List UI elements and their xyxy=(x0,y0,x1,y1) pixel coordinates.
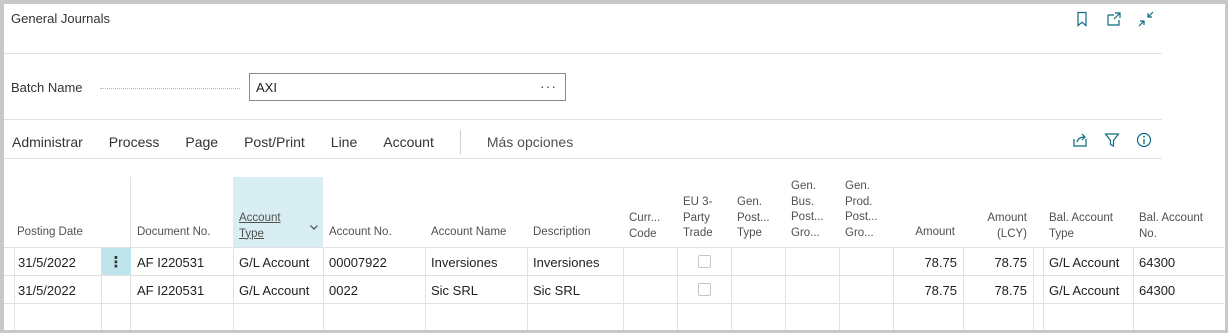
amount-lcy-cell[interactable]: 78.75 xyxy=(965,276,1027,304)
chevron-down-icon[interactable] xyxy=(309,222,319,238)
description-cell[interactable]: Inversiones xyxy=(533,248,599,276)
column-header-amount-lcy-line1: Amount xyxy=(987,212,1027,224)
column-header-bal-no-line1: Bal. Account xyxy=(1139,212,1203,224)
column-header-account-type-line1: Account xyxy=(239,212,281,224)
divider xyxy=(4,53,1162,54)
column-header-description[interactable]: Description xyxy=(533,225,591,241)
column-header-bal-account-type[interactable]: Bal. Account Type xyxy=(1049,211,1113,242)
divider xyxy=(4,158,1162,159)
document-no-cell[interactable]: AF I220531 xyxy=(137,276,204,304)
posting-date-cell[interactable]: 31/5/2022 xyxy=(18,276,76,304)
column-header-genprod-line3: Post... xyxy=(845,211,878,223)
info-icon[interactable] xyxy=(1134,130,1154,150)
column-header-gen-posting-type[interactable]: Gen. Post... Type xyxy=(737,195,770,242)
field-leader-dots xyxy=(100,88,240,89)
batch-name-label: Batch Name xyxy=(11,80,83,95)
description-cell[interactable]: Sic SRL xyxy=(533,276,580,304)
column-header-amount-lcy-line2: (LCY) xyxy=(996,227,1027,240)
column-header-eu-line2: Party xyxy=(683,211,710,224)
open-in-new-window-icon[interactable] xyxy=(1104,9,1124,29)
action-process[interactable]: Process xyxy=(109,134,160,150)
column-header-genpost-line3: Type xyxy=(737,227,762,239)
column-header-currency-line1: Curr... xyxy=(629,212,661,224)
amount-lcy-cell[interactable]: 78.75 xyxy=(965,248,1027,276)
bal-account-type-cell[interactable]: G/L Account xyxy=(1049,276,1119,304)
column-header-posting-date[interactable]: Posting Date xyxy=(17,225,83,241)
divider xyxy=(4,119,1162,120)
column-header-bal-no-line2: No. xyxy=(1139,227,1157,240)
account-type-cell[interactable]: G/L Account xyxy=(239,248,309,276)
document-no-cell[interactable]: AF I220531 xyxy=(137,248,204,276)
column-header-document-no[interactable]: Document No. xyxy=(137,225,211,241)
account-no-cell[interactable]: 0022 xyxy=(329,276,358,304)
action-line[interactable]: Line xyxy=(331,134,357,150)
more-options-button[interactable]: Más opciones xyxy=(487,134,573,150)
column-header-genprod-line4: Gro... xyxy=(845,226,874,239)
column-header-genbus-line1: Gen. xyxy=(791,180,816,192)
amount-cell[interactable]: 78.75 xyxy=(895,248,957,276)
column-header-currency-code[interactable]: Curr... Code xyxy=(629,211,660,242)
column-header-currency-line2: Code xyxy=(629,227,657,240)
column-header-genpost-line2: Post... xyxy=(737,211,770,224)
table-row[interactable]: 31/5/2022 ⋮ AF I220531 G/L Account 00007… xyxy=(4,248,1226,276)
eu-3-party-trade-checkbox[interactable] xyxy=(698,283,711,296)
column-header-genbus-line2: Bus. xyxy=(791,195,815,208)
action-administrar[interactable]: Administrar xyxy=(12,134,83,150)
table-row[interactable]: 31/5/2022 AF I220531 G/L Account 0022 Si… xyxy=(4,276,1226,304)
column-header-amount-lcy[interactable]: Amount (LCY) xyxy=(967,211,1027,242)
column-header-bal-type-line1: Bal. Account xyxy=(1049,212,1113,224)
action-bar-icons xyxy=(1070,130,1154,150)
column-header-account-type-line2: Type xyxy=(239,227,264,240)
column-header-gen-prod-posting-group[interactable]: Gen. Prod. Post... Gro... xyxy=(845,179,878,241)
action-account[interactable]: Account xyxy=(383,134,434,150)
action-page[interactable]: Page xyxy=(185,134,218,150)
column-header-eu-3-party-trade[interactable]: EU 3- Party Trade xyxy=(683,195,713,242)
bal-account-no-cell[interactable]: 64300 xyxy=(1139,276,1175,304)
account-name-cell[interactable]: Sic SRL xyxy=(431,276,478,304)
account-type-cell[interactable]: G/L Account xyxy=(239,276,309,304)
column-header-gen-bus-posting-group[interactable]: Gen. Bus. Post... Gro... xyxy=(791,179,824,241)
filter-icon[interactable] xyxy=(1102,130,1122,150)
column-header-genbus-line3: Post... xyxy=(791,211,824,223)
column-header-bal-type-line2: Type xyxy=(1049,227,1074,240)
page-header-icons xyxy=(1072,9,1156,29)
column-header-eu-line3: Trade xyxy=(683,227,713,239)
account-name-cell[interactable]: Inversiones xyxy=(431,248,497,276)
account-no-cell[interactable]: 00007922 xyxy=(329,248,387,276)
row-menu-icon[interactable]: ⋮ xyxy=(101,248,131,275)
share-icon[interactable] xyxy=(1070,130,1090,150)
column-header-genprod-line2: Prod. xyxy=(845,195,873,208)
bal-account-type-cell[interactable]: G/L Account xyxy=(1049,248,1119,276)
collapse-icon[interactable] xyxy=(1136,9,1156,29)
column-header-genpost-line1: Gen. xyxy=(737,196,762,208)
column-header-account-name[interactable]: Account Name xyxy=(431,225,506,241)
column-header-eu-line1: EU 3- xyxy=(683,196,713,208)
column-header-genprod-line1: Gen. xyxy=(845,180,870,192)
lookup-button[interactable]: ··· xyxy=(540,78,557,94)
page-title: General Journals xyxy=(11,11,110,26)
action-bar: Administrar Process Page Post/Print Line… xyxy=(12,130,599,154)
column-header-genbus-line4: Gro... xyxy=(791,226,820,239)
posting-date-cell[interactable]: 31/5/2022 xyxy=(18,248,76,276)
eu-3-party-trade-checkbox[interactable] xyxy=(698,255,711,268)
bookmark-icon[interactable] xyxy=(1072,9,1092,29)
action-post-print[interactable]: Post/Print xyxy=(244,134,305,150)
column-header-account-type[interactable]: Account Type xyxy=(239,211,281,242)
batch-name-input[interactable]: AXI ··· xyxy=(249,73,566,101)
action-separator xyxy=(459,130,461,154)
column-header-account-no[interactable]: Account No. xyxy=(329,225,392,241)
batch-name-value: AXI xyxy=(256,80,277,95)
amount-cell[interactable]: 78.75 xyxy=(895,276,957,304)
column-header-amount[interactable]: Amount xyxy=(895,225,955,241)
column-header-bal-account-no[interactable]: Bal. Account No. xyxy=(1139,211,1203,242)
bal-account-no-cell[interactable]: 64300 xyxy=(1139,248,1175,276)
